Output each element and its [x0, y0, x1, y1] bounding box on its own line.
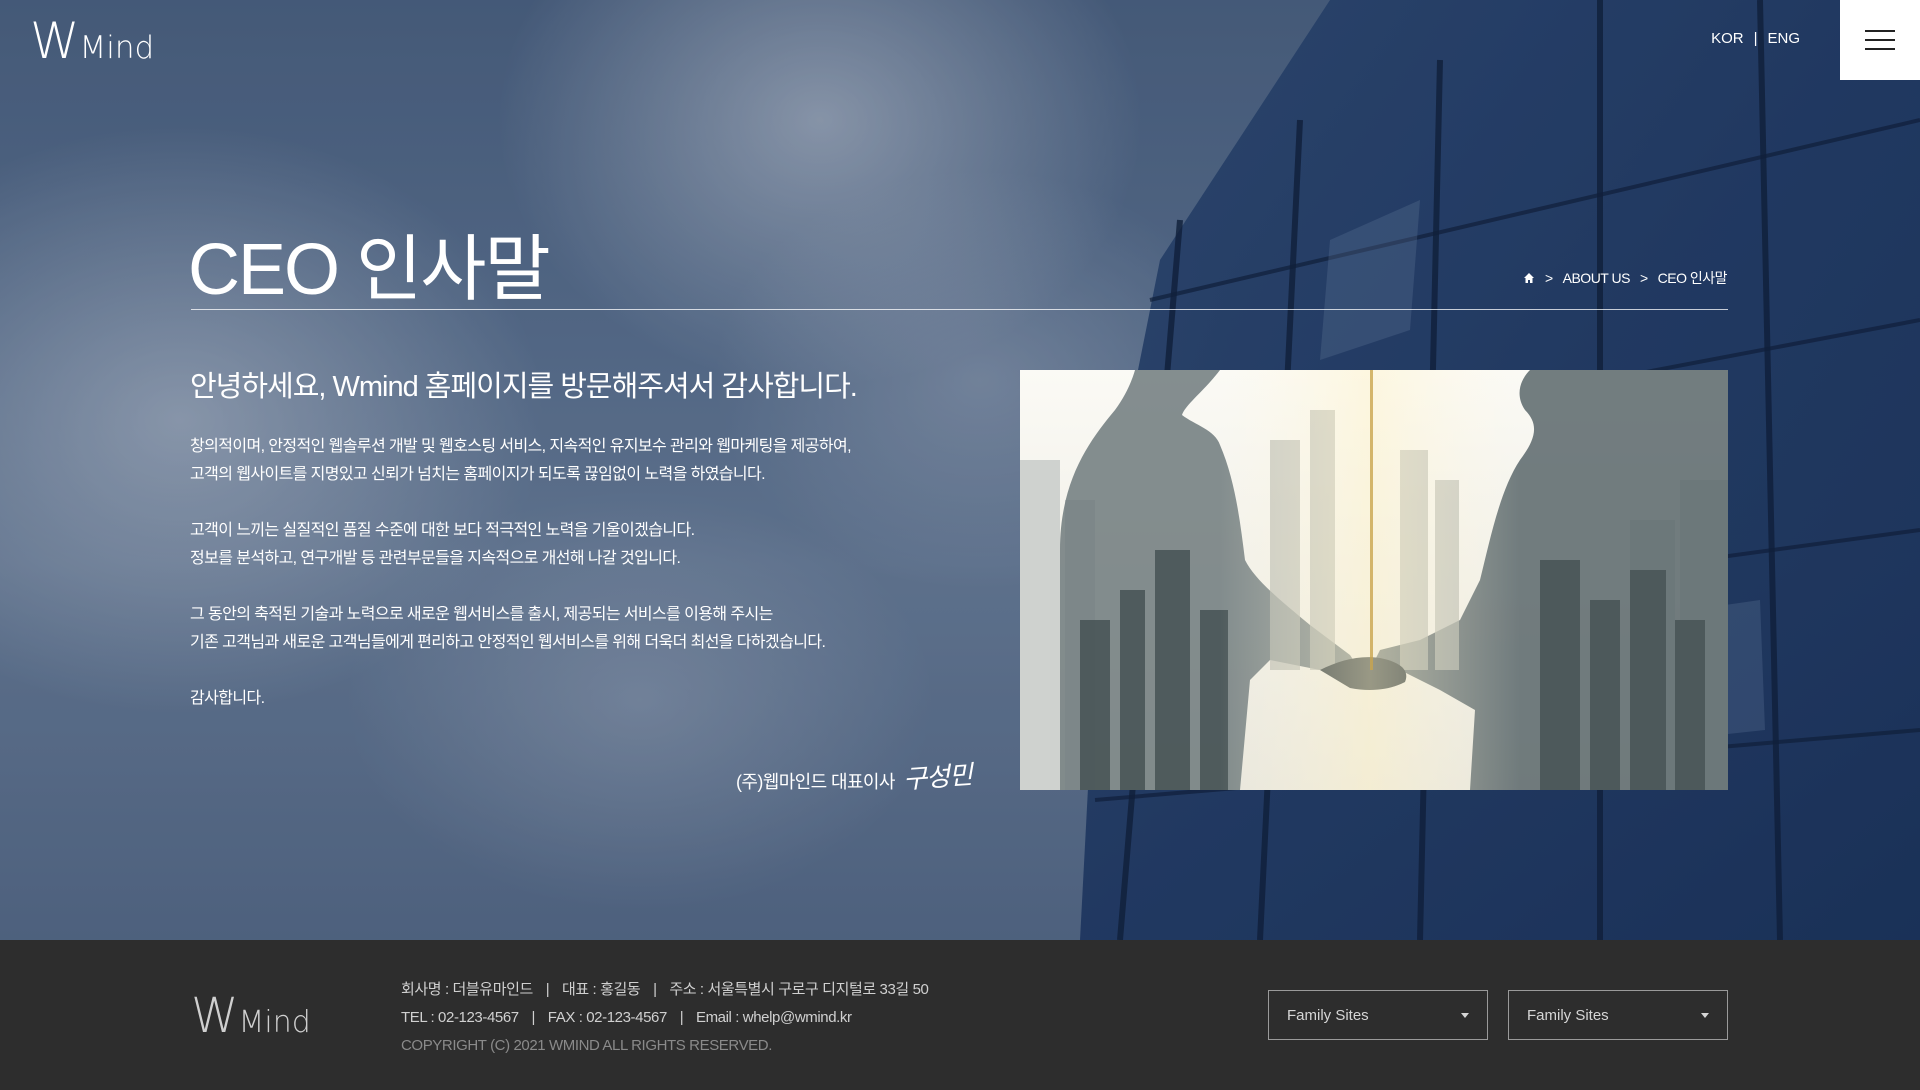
family-sites-label: Family Sites [1287, 1006, 1369, 1024]
company-email[interactable]: Email : whelp@wmind.kr [696, 1009, 852, 1026]
paragraph-line: 고객의 웹사이트를 지명있고 신뢰가 넘치는 홈페이지가 되도록 끊임없이 노력… [190, 466, 766, 483]
info-separator: | [545, 981, 550, 998]
logo-w: W [191, 988, 238, 1044]
company-contact-row: TEL : 02-123-4567 | FAX : 02-123-4567 | … [401, 1004, 929, 1032]
company-name: 회사명 : 더블유마인드 [401, 981, 533, 998]
title-divider [191, 309, 1728, 310]
logo-w: W [30, 12, 79, 70]
signature-name: 구성민 [902, 760, 973, 796]
breadcrumb: > ABOUT US > CEO 인사말 [1523, 268, 1728, 288]
copyright: COPYRIGHT (C) 2021 WMIND ALL RIGHTS RESE… [401, 1037, 772, 1054]
info-separator: | [531, 1009, 536, 1026]
hamburger-icon-line [1865, 48, 1895, 50]
greeting-paragraph: 창의적이며, 안정적인 웹솔루션 개발 및 웹호스팅 서비스, 지속적인 유지보… [190, 433, 990, 489]
logo-mind: Mind [238, 1005, 311, 1040]
chevron-down-icon [1701, 1012, 1709, 1018]
greeting-paragraph: 그 동안의 축적된 기술과 노력으로 새로운 웹서비스를 출시, 제공되는 서비… [190, 601, 990, 657]
hero-section: W Mind KOR | ENG CEO 인사말 > ABOUT US > CE… [0, 0, 1920, 940]
family-sites-select-1[interactable]: Family Sites [1268, 990, 1488, 1040]
greeting-paragraph: 감사합니다. [190, 685, 990, 713]
chevron-down-icon [1461, 1012, 1469, 1018]
hamburger-icon-line [1865, 39, 1895, 41]
paragraph-line: 감사합니다. [190, 690, 265, 707]
family-sites-label: Family Sites [1527, 1006, 1609, 1024]
lang-separator: | [1753, 30, 1758, 47]
breadcrumb-about-us[interactable]: ABOUT US [1563, 270, 1631, 286]
breadcrumb-separator: > [1639, 270, 1648, 286]
ceo-signature: (주)웹마인드 대표이사 구성민 [736, 757, 973, 796]
paragraph-line: 정보를 분석하고, 연구개발 등 관련부문들을 지속적으로 개선해 나갈 것입니… [190, 550, 681, 567]
breadcrumb-current: CEO 인사말 [1657, 270, 1728, 286]
site-footer: W Mind 회사명 : 더블유마인드 | 대표 : 홍길동 | 주소 : 서울… [0, 940, 1920, 1090]
family-sites-select-2[interactable]: Family Sites [1508, 990, 1728, 1040]
handshake-city-image [1020, 370, 1728, 790]
page-title: CEO 인사말 [188, 230, 551, 310]
logo-mind: Mind [79, 30, 155, 66]
menu-button[interactable] [1840, 0, 1920, 80]
info-separator: | [653, 981, 657, 998]
greeting-headline: 안녕하세요, Wmind 홈페이지를 방문해주셔서 감사합니다. [190, 371, 858, 403]
paragraph-line: 고객이 느끼는 실질적인 품질 수준에 대한 보다 적극적인 노력을 기울이겠습… [190, 522, 695, 539]
company-address: 주소 : 서울특별시 구로구 디지털로 33길 50 [669, 981, 929, 998]
breadcrumb-separator: > [1544, 270, 1553, 286]
paragraph-line: 창의적이며, 안정적인 웹솔루션 개발 및 웹호스팅 서비스, 지속적인 유지보… [190, 438, 852, 455]
paragraph-line: 기존 고객님과 새로운 고객님들에게 편리하고 안정적인 웹서비스를 위해 더욱… [190, 634, 826, 651]
company-info: 회사명 : 더블유마인드 | 대표 : 홍길동 | 주소 : 서울특별시 구로구… [401, 976, 929, 1060]
ceo-photo [1020, 370, 1728, 790]
lang-kor-link[interactable]: KOR [1711, 30, 1744, 47]
footer-logo[interactable]: W Mind [191, 992, 311, 1040]
greeting-paragraph: 고객이 느끼는 실질적인 품질 수준에 대한 보다 적극적인 노력을 기울이겠습… [190, 517, 990, 573]
company-tel: TEL : 02-123-4567 [401, 1009, 519, 1026]
paragraph-line: 그 동안의 축적된 기술과 노력으로 새로운 웹서비스를 출시, 제공되는 서비… [190, 606, 773, 623]
language-switch: KOR | ENG [1711, 30, 1800, 47]
company-info-row: 회사명 : 더블유마인드 | 대표 : 홍길동 | 주소 : 서울특별시 구로구… [401, 976, 929, 1004]
hamburger-icon [1865, 30, 1895, 32]
home-icon[interactable] [1523, 272, 1535, 284]
info-separator: | [679, 1009, 684, 1026]
greeting-body: 창의적이며, 안정적인 웹솔루션 개발 및 웹호스팅 서비스, 지속적인 유지보… [190, 433, 990, 741]
lang-eng-link[interactable]: ENG [1767, 30, 1800, 47]
site-logo[interactable]: W Mind [30, 16, 154, 66]
company-ceo: 대표 : 홍길동 [561, 981, 641, 998]
company-fax: FAX : 02-123-4567 [547, 1009, 668, 1026]
signature-title: (주)웹마인드 대표이사 [736, 772, 895, 792]
